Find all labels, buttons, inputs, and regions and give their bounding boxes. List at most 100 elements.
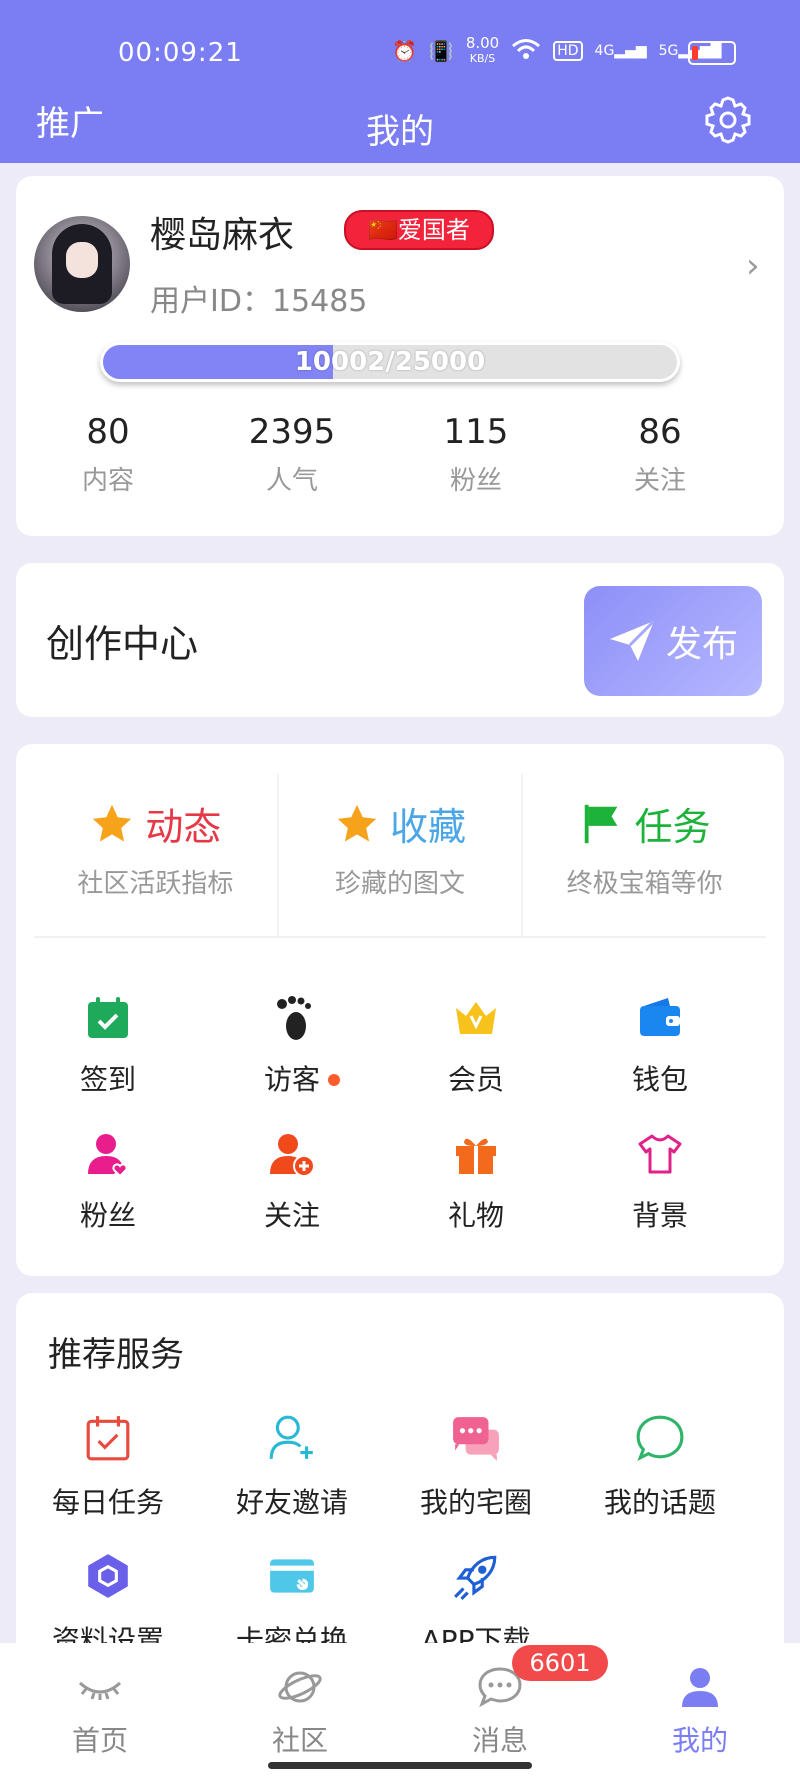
grid-item-vip[interactable]: 会员 <box>384 994 568 1130</box>
planet-icon <box>278 1671 322 1703</box>
avatar[interactable] <box>34 216 130 312</box>
tab-label: 消息 <box>471 1724 528 1757</box>
tab-home[interactable]: 首页 <box>0 1643 200 1778</box>
features-card: 动态 社区活跃指标 收藏 珍藏的图文 任务 终极宝箱等你 签到 访客 会员 钱包… <box>16 744 784 1276</box>
publish-button[interactable]: 发布 <box>584 586 762 696</box>
grid-item-gift[interactable]: 礼物 <box>384 1130 568 1266</box>
grid-item-wallet[interactable]: 钱包 <box>568 994 752 1130</box>
settings-hex-icon <box>88 1554 128 1598</box>
daily-task-icon <box>86 1416 130 1461</box>
tab-messages[interactable]: 消息 6601 <box>400 1643 608 1778</box>
card-icon <box>270 1559 314 1593</box>
flag-icon <box>584 804 618 843</box>
grid-item-checkin[interactable]: 签到 <box>16 994 200 1130</box>
stat-content[interactable]: 80 内容 <box>16 412 200 497</box>
battery-icon: 16 <box>688 41 736 65</box>
feature-subtitle: 珍藏的图文 <box>335 869 466 899</box>
grid-label: 签到 <box>79 1063 136 1096</box>
creation-center-title: 创作中心 <box>46 622 199 666</box>
service-my-circle[interactable]: 我的宅圈 <box>384 1413 568 1551</box>
page-title: 我的 <box>366 112 434 152</box>
stat-label: 关注 <box>633 466 686 496</box>
grid-label: 礼物 <box>447 1199 504 1232</box>
stat-popularity[interactable]: 2395 人气 <box>200 412 384 497</box>
service-invite[interactable]: 好友邀请 <box>200 1413 384 1551</box>
grid-item-follow[interactable]: 关注 <box>200 1130 384 1266</box>
service-daily-task[interactable]: 每日任务 <box>16 1413 200 1551</box>
service-my-topics[interactable]: 我的话题 <box>568 1413 752 1551</box>
grid-item-fans[interactable]: 粉丝 <box>16 1130 200 1266</box>
tab-label: 社区 <box>271 1724 328 1757</box>
grid-label: 粉丝 <box>79 1199 136 1232</box>
bottom-tab-bar: 首页 社区 消息 6601 我的 <box>0 1643 800 1778</box>
grid-item-background[interactable]: 背景 <box>568 1130 752 1266</box>
stat-label: 内容 <box>81 466 134 496</box>
stat-following[interactable]: 86 关注 <box>568 412 752 497</box>
grid-label: 背景 <box>631 1199 688 1232</box>
top-header: 00:09:21 ⏰ 📳 8.00 KB/S HD 4G▂▄▆ 5G▂▄▆█ 1… <box>0 0 800 163</box>
stat-number: 2395 <box>248 412 336 452</box>
creation-center-card: 创作中心 发布 <box>16 563 784 717</box>
gift-icon <box>456 1138 496 1174</box>
tab-me[interactable]: 我的 <box>600 1643 800 1778</box>
settings-gear-icon[interactable] <box>700 92 756 148</box>
feature-tasks[interactable]: 任务 终极宝箱等你 <box>523 774 766 936</box>
grid-label: 钱包 <box>631 1063 688 1096</box>
feature-subtitle: 终极宝箱等你 <box>566 869 723 899</box>
star-icon <box>337 804 377 841</box>
net-speed-unit: KB/S <box>469 52 496 65</box>
grid-label: 会员 <box>447 1063 504 1096</box>
wifi-icon <box>511 37 541 66</box>
avatar-face <box>66 242 98 278</box>
grid-label: 访客 <box>263 1063 320 1096</box>
fans-icon <box>88 1134 128 1178</box>
feature-title-row: 动态 <box>34 796 277 851</box>
tab-community[interactable]: 社区 <box>200 1643 400 1778</box>
stat-label: 粉丝 <box>449 466 502 496</box>
send-icon <box>609 619 656 661</box>
stat-label: 人气 <box>265 466 318 496</box>
profile-card[interactable]: 樱岛麻衣 🇨🇳爱国者 用户ID：15485 › 10002/25000 80 内… <box>16 176 784 536</box>
battery-level: 16 <box>702 44 722 62</box>
grid-item-visitors[interactable]: 访客 <box>200 994 384 1130</box>
feature-favorites[interactable]: 收藏 珍藏的图文 <box>279 774 524 936</box>
patriot-badge: 🇨🇳爱国者 <box>344 210 494 250</box>
status-icons: ⏰ 📳 8.00 KB/S HD 4G▂▄▆ 5G▂▄▆█ <box>392 36 721 66</box>
stat-number: 115 <box>443 412 509 452</box>
chat-bubbles-icon <box>453 1417 499 1461</box>
stats-row: 80 内容 2395 人气 115 粉丝 86 关注 <box>16 412 784 497</box>
net-speed: 8.00 KB/S <box>466 36 499 66</box>
calendar-check-icon <box>88 997 128 1038</box>
home-indicator[interactable] <box>268 1762 532 1769</box>
feature-activity[interactable]: 动态 社区活跃指标 <box>34 774 279 936</box>
tab-label: 我的 <box>671 1724 728 1757</box>
services-title: 推荐服务 <box>48 1335 184 1375</box>
add-user-icon <box>270 1134 315 1177</box>
service-label: 我的话题 <box>603 1486 716 1519</box>
feature-row: 动态 社区活跃指标 收藏 珍藏的图文 任务 终极宝箱等你 <box>34 774 766 938</box>
star-icon <box>93 804 132 841</box>
vibrate-icon: 📳 <box>428 39 454 63</box>
eye-lash-icon <box>78 1681 122 1700</box>
quick-grid: 签到 访客 会员 钱包 粉丝 关注 礼物 背景 <box>16 994 784 1266</box>
publish-label: 发布 <box>665 624 738 665</box>
hd-icon: HD <box>553 41 583 61</box>
feature-title-row: 任务 <box>523 796 766 851</box>
service-label: 每日任务 <box>51 1486 164 1519</box>
alarm-icon: ⏰ <box>392 39 417 63</box>
stat-number: 86 <box>638 412 682 452</box>
feature-title: 动态 <box>145 805 222 849</box>
status-time: 00:09:21 <box>118 38 243 68</box>
footprint-icon <box>277 996 311 1040</box>
stat-fans[interactable]: 115 粉丝 <box>384 412 568 497</box>
crown-icon <box>456 1002 496 1034</box>
feature-subtitle: 社区活跃指标 <box>77 869 234 899</box>
feature-title-row: 收藏 <box>279 796 522 851</box>
user-icon <box>682 1668 718 1707</box>
message-count-badge: 6601 <box>512 1645 608 1681</box>
topic-bubble-icon <box>636 1415 684 1461</box>
chevron-right-icon[interactable]: › <box>746 246 760 286</box>
username: 樱岛麻衣 <box>150 215 295 256</box>
status-bar: 00:09:21 ⏰ 📳 8.00 KB/S HD 4G▂▄▆ 5G▂▄▆█ 1… <box>0 36 800 72</box>
invite-icon <box>269 1415 313 1459</box>
